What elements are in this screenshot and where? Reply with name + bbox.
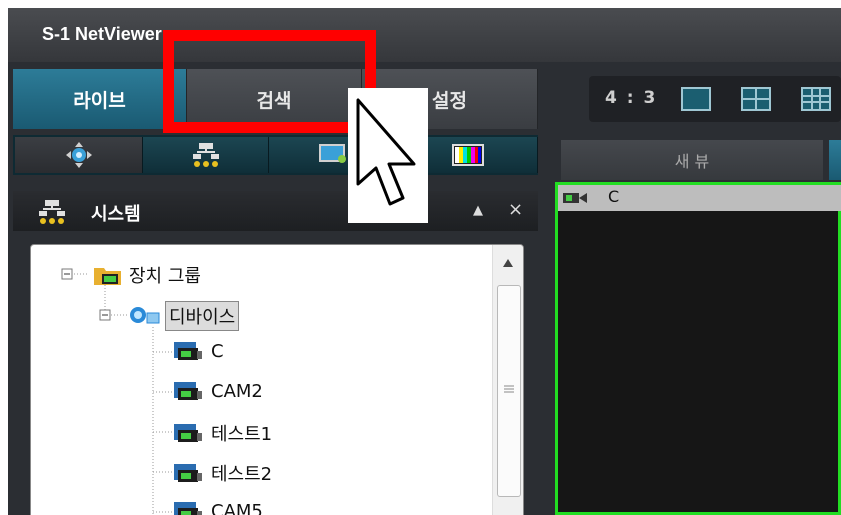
tree-group-label: 디바이스 bbox=[165, 301, 240, 331]
aspect-ratio-label[interactable]: 4 : 3 bbox=[605, 88, 657, 108]
pointer-arrow-icon bbox=[348, 88, 428, 223]
device-item-test2[interactable]: 테스트2 bbox=[173, 460, 272, 486]
title-bar: S-1 NetViewer bbox=[8, 8, 841, 62]
tree-root-label: 장치 그룹 bbox=[129, 266, 201, 287]
camera-tile-header: C bbox=[558, 185, 841, 211]
grip-icon bbox=[504, 385, 514, 393]
device-label: C bbox=[211, 340, 224, 362]
subtab-ptz[interactable] bbox=[15, 137, 143, 173]
color-bars-icon bbox=[452, 144, 484, 166]
camera-tile-label: C bbox=[608, 187, 620, 206]
camera-device-icon bbox=[174, 342, 202, 360]
nine-layout-icon[interactable] bbox=[801, 87, 831, 111]
tree-root[interactable]: 장치 그룹 bbox=[93, 262, 201, 288]
device-label: 테스트1 bbox=[211, 424, 273, 445]
tab-active-view[interactable] bbox=[829, 140, 841, 180]
app-title: S-1 NetViewer bbox=[42, 24, 162, 44]
device-item-test1[interactable]: 테스트1 bbox=[173, 420, 272, 446]
collapse-button[interactable]: ▲ bbox=[473, 203, 483, 218]
scroll-up-arrow-icon[interactable] bbox=[503, 259, 513, 267]
subtab-network[interactable] bbox=[143, 137, 269, 173]
camera-device-icon bbox=[174, 424, 202, 442]
device-item-c[interactable]: C bbox=[173, 340, 224, 362]
app-window: S-1 NetViewer 라이브 검색 설정 시스템 ▲ × 장치 그룹 디바… bbox=[8, 8, 841, 515]
tab-new-view[interactable]: 새 뷰 bbox=[561, 140, 823, 180]
tab-live[interactable]: 라이브 bbox=[13, 69, 187, 129]
device-group-icon bbox=[130, 307, 160, 324]
device-tree: 장치 그룹 디바이스 C CAM2 테스트1 테스트2 CAM5 bbox=[30, 244, 524, 515]
system-panel-header: 시스템 ▲ × bbox=[13, 191, 538, 231]
camera-device-icon bbox=[174, 464, 202, 482]
highlight-box bbox=[163, 30, 376, 133]
quad-layout-icon[interactable] bbox=[741, 87, 771, 111]
close-button[interactable]: × bbox=[508, 199, 523, 220]
tab-live-label: 라이브 bbox=[73, 89, 126, 112]
quad-grid-lines bbox=[743, 89, 769, 109]
device-label: CAM5 bbox=[211, 500, 263, 515]
tree-scrollbar[interactable] bbox=[492, 245, 523, 515]
system-panel-title: 시스템 bbox=[91, 204, 141, 225]
tab-new-view-label: 새 뷰 bbox=[674, 152, 710, 171]
scrollbar-thumb[interactable] bbox=[497, 285, 521, 497]
camera-device-icon bbox=[174, 502, 202, 515]
tree-group[interactable]: 디바이스 bbox=[129, 301, 240, 331]
tab-settings-label: 설정 bbox=[432, 89, 467, 112]
right-panel: 4 : 3 새 뷰 C bbox=[545, 62, 841, 515]
network-tree-icon bbox=[39, 200, 65, 224]
device-item-cam2[interactable]: CAM2 bbox=[173, 380, 263, 402]
camera-tile[interactable]: C bbox=[555, 182, 841, 515]
device-item-cam5[interactable]: CAM5 bbox=[173, 500, 263, 515]
cursor-icon bbox=[348, 88, 428, 223]
device-label: 테스트2 bbox=[211, 464, 273, 485]
network-tree-icon bbox=[192, 143, 219, 167]
single-layout-icon[interactable] bbox=[681, 87, 711, 111]
folder-icon bbox=[94, 268, 121, 285]
monitor-user-icon bbox=[318, 144, 346, 163]
camera-device-icon bbox=[174, 382, 202, 400]
device-label: CAM2 bbox=[211, 380, 263, 402]
sub-tabs bbox=[13, 135, 538, 175]
ptz-icon bbox=[65, 142, 92, 168]
layout-toolbar: 4 : 3 bbox=[589, 76, 841, 122]
video-camera-icon bbox=[563, 193, 587, 203]
nine-grid-lines bbox=[803, 89, 829, 109]
